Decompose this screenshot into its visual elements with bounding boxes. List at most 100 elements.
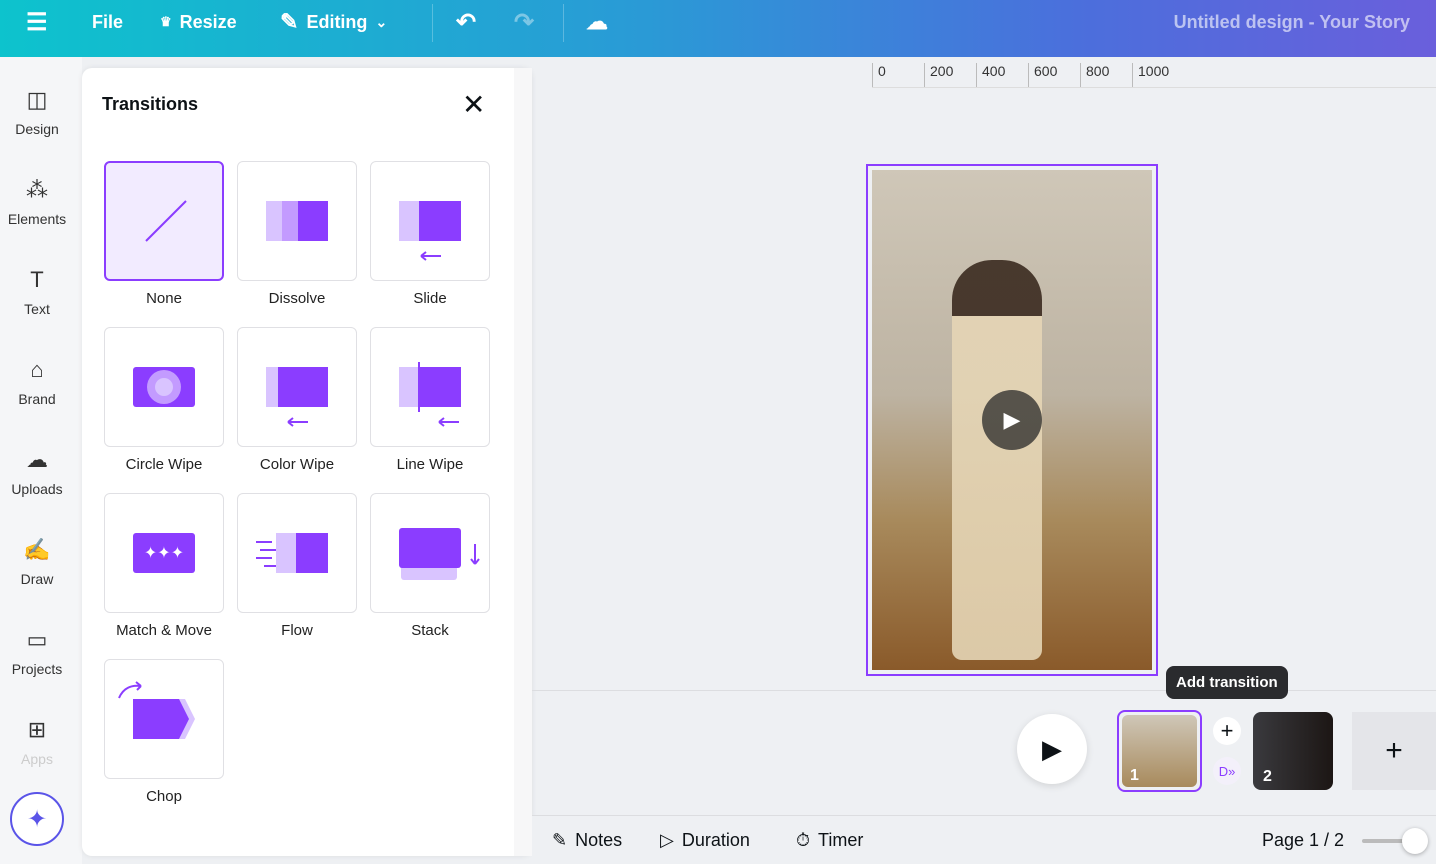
crown-icon: ♛ xyxy=(160,14,172,29)
sidebar-label: Uploads xyxy=(11,481,63,497)
transition-icon[interactable]: D» xyxy=(1213,757,1241,785)
transition-preview-icon xyxy=(238,367,356,450)
zoom-slider-handle[interactable] xyxy=(1402,828,1428,854)
page-indicator[interactable]: Page 1 / 2 xyxy=(1262,830,1344,851)
transition-label: Circle Wipe xyxy=(125,456,203,473)
play-icon[interactable]: ▶ xyxy=(982,390,1042,450)
shapes-icon: ⁂ xyxy=(26,177,48,202)
svg-text:✦✦✦: ✦✦✦ xyxy=(144,545,184,562)
transition-preview-icon xyxy=(105,367,223,450)
transition-label: Slide xyxy=(413,290,447,307)
undo-icon[interactable]: ↶ xyxy=(456,0,476,44)
top-bar: ☰ File ♛ Resize ✎ Editing ⌄ ↶ ↷ ☁ Untitled … xyxy=(0,0,1436,57)
resize-button[interactable]: ♛ Resize xyxy=(160,0,237,44)
person-figure xyxy=(952,260,1042,660)
sidebar-label: Elements xyxy=(7,211,67,227)
transition-preview-icon xyxy=(371,362,489,450)
transition-option[interactable] xyxy=(237,493,357,613)
sidebar: ◫ Design ⁂ Elements T Text ⌂ Brand ☁ Uploads … xyxy=(0,57,82,864)
transition-preview-icon xyxy=(371,201,489,284)
transitions-panel: Transitions ✕ None Dissolve Slide Circle Wi… xyxy=(82,68,532,856)
ruler-tick: 1000 xyxy=(1132,63,1169,87)
transition-label: Chop xyxy=(146,788,182,805)
pencil-icon: ✎ xyxy=(280,9,299,34)
text-icon: T xyxy=(30,267,44,292)
page-thumbnail-2[interactable]: 2 xyxy=(1253,712,1333,790)
footer: ✎ Notes ▷ Duration ⏱ Timer Page 1 / 2 xyxy=(532,815,1436,864)
timer-label: Timer xyxy=(818,830,864,850)
transition-option[interactable] xyxy=(370,327,490,447)
ruler: 0 200 400 600 800 1000 xyxy=(872,60,1436,88)
transition-label: None xyxy=(146,290,182,307)
transition-preview-icon xyxy=(371,528,489,616)
sidebar-item-elements[interactable]: ⁂ Elements xyxy=(0,177,74,227)
notes-button[interactable]: ✎ Notes xyxy=(552,830,622,851)
brand-icon: ⌂ xyxy=(30,357,44,382)
transition-option[interactable] xyxy=(237,327,357,447)
transition-preview-icon xyxy=(106,200,222,283)
panel-title: Transitions xyxy=(102,94,199,114)
transition-option[interactable] xyxy=(370,161,490,281)
duration-button[interactable]: ▷ Duration xyxy=(660,830,750,851)
notes-label: Notes xyxy=(575,830,623,850)
editing-label: Editing xyxy=(306,11,368,32)
transition-option[interactable] xyxy=(237,161,357,281)
sidebar-item-projects[interactable]: ▭ Projects xyxy=(0,627,74,677)
menu-icon[interactable]: ☰ xyxy=(26,0,48,44)
video-photographer[interactable]: ▶ xyxy=(872,170,1152,670)
design-page[interactable]: ▶ xyxy=(866,164,1158,676)
sidebar-item-apps[interactable]: ⊞ Apps xyxy=(0,717,74,767)
resize-label: Resize xyxy=(179,11,237,32)
divider xyxy=(532,690,1436,691)
redo-icon[interactable]: ↷ xyxy=(514,0,534,44)
page-thumbnail-1[interactable]: 1 xyxy=(1117,710,1202,792)
sidebar-label: Draw xyxy=(20,571,54,587)
duration-icon: ▷ xyxy=(660,830,674,850)
transition-label: Dissolve xyxy=(268,290,326,307)
magic-sparkle-button[interactable]: ✦ xyxy=(10,792,64,846)
sidebar-item-text[interactable]: T Text xyxy=(0,267,74,317)
scrollbar[interactable] xyxy=(514,68,532,856)
transition-preview-icon xyxy=(238,201,356,284)
chevron-down-icon: ⌄ xyxy=(375,13,388,30)
sidebar-item-draw[interactable]: ✍ Draw xyxy=(0,537,74,587)
cloud-upload-icon: ☁ xyxy=(26,447,48,472)
transition-preview-icon xyxy=(105,681,223,782)
ruler-tick: 400 xyxy=(976,63,1005,87)
close-icon[interactable]: ✕ xyxy=(462,88,485,121)
timer-button[interactable]: ⏱ Timer xyxy=(796,830,863,851)
transition-option[interactable] xyxy=(104,327,224,447)
ruler-tick: 200 xyxy=(924,63,953,87)
transition-label: Color Wipe xyxy=(259,456,335,473)
transition-option[interactable]: ✦✦✦ xyxy=(104,493,224,613)
file-menu[interactable]: File xyxy=(92,0,123,44)
cloud-saved-icon[interactable]: ☁ xyxy=(586,0,608,44)
folder-icon: ▭ xyxy=(26,627,48,652)
ruler-tick: 800 xyxy=(1080,63,1109,87)
duration-label: Duration xyxy=(681,830,750,850)
sidebar-item-brand[interactable]: ⌂ Brand xyxy=(0,357,74,407)
layout-icon: ◫ xyxy=(26,87,48,112)
transition-preview-icon xyxy=(238,533,356,616)
apps-icon: ⊞ xyxy=(27,717,47,742)
sidebar-label: Brand xyxy=(18,391,56,407)
play-button[interactable]: ▶ xyxy=(1017,714,1087,784)
tooltip: Add transition xyxy=(1166,666,1288,699)
transition-option[interactable] xyxy=(104,161,224,281)
sidebar-item-design[interactable]: ◫ Design xyxy=(0,87,74,137)
sidebar-item-uploads[interactable]: ☁ Uploads xyxy=(0,447,74,497)
add-page-button[interactable]: + xyxy=(1352,712,1436,790)
document-title[interactable]: Untitled design - Your Story xyxy=(1174,12,1410,33)
transition-label: Stack xyxy=(411,622,449,639)
transition-label: Flow xyxy=(281,622,313,639)
transition-label: Line Wipe xyxy=(396,456,464,473)
editing-dropdown[interactable]: ✎ Editing ⌄ xyxy=(280,0,387,44)
transition-option[interactable] xyxy=(104,659,224,779)
sidebar-label: Design xyxy=(15,121,59,137)
transition-option[interactable] xyxy=(370,493,490,613)
ruler-tick: 600 xyxy=(1028,63,1057,87)
ruler-tick: 0 xyxy=(872,63,886,87)
add-transition-button[interactable]: + xyxy=(1213,717,1241,745)
sidebar-label: Text xyxy=(24,301,50,317)
page-number: 1 xyxy=(1122,715,1197,787)
